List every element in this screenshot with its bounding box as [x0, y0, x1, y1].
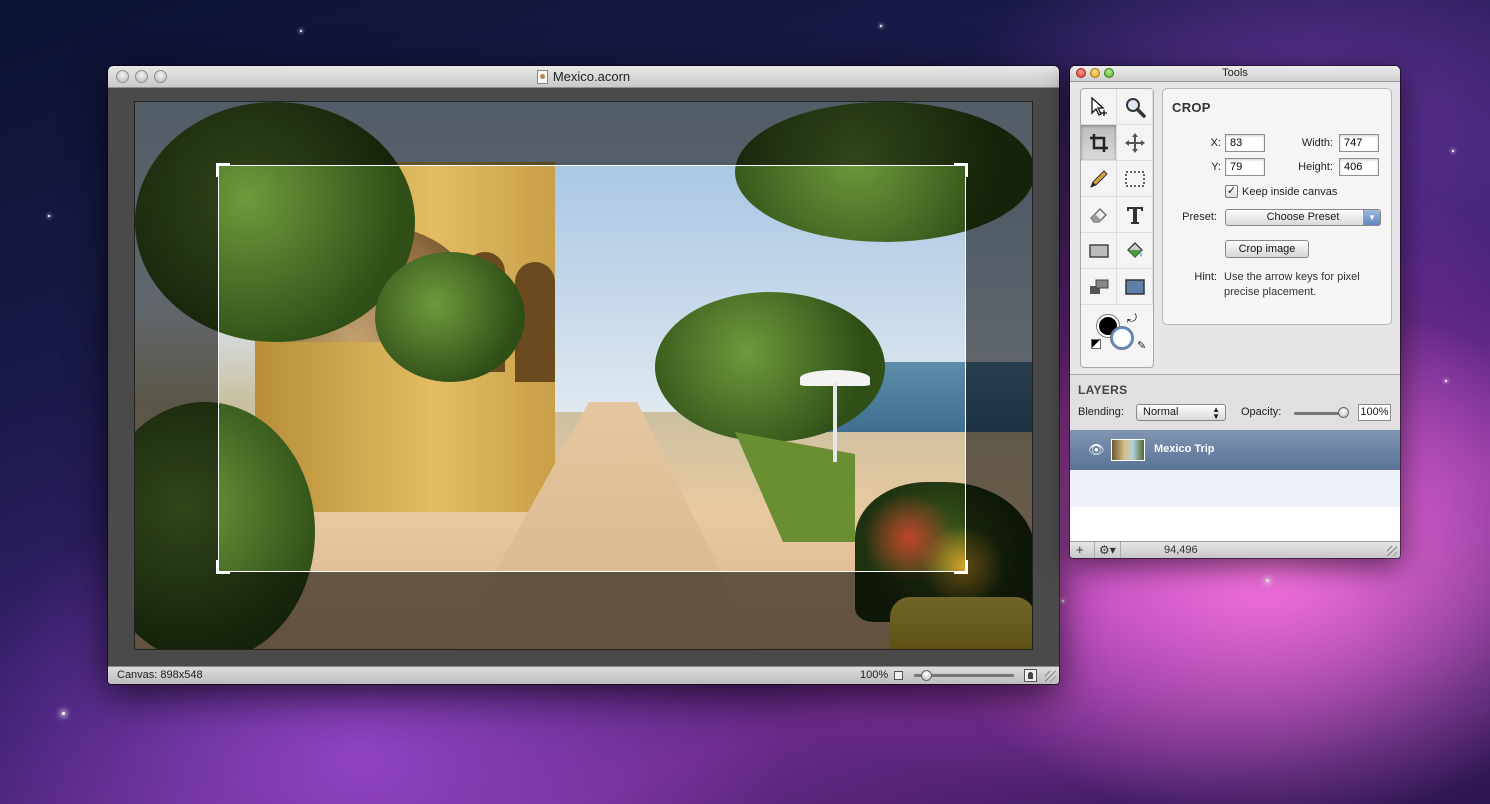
layer-thumbnail: [1111, 439, 1145, 461]
y-field[interactable]: [1225, 158, 1265, 176]
star: [62, 712, 65, 715]
layer-row[interactable]: 👁 Mexico Trip: [1070, 430, 1400, 470]
resize-grip[interactable]: [1045, 671, 1056, 682]
shape-icon[interactable]: [1117, 269, 1153, 305]
eraser-icon[interactable]: [1081, 197, 1117, 233]
minimize-button[interactable]: [1090, 68, 1100, 78]
canvas-area: [108, 88, 1059, 666]
crop-handle-bottom-left[interactable]: [216, 560, 230, 574]
opacity-slider-track[interactable]: [1294, 412, 1344, 415]
eyedropper-icon[interactable]: ✎: [1137, 339, 1146, 352]
pencil-icon[interactable]: [1081, 161, 1117, 197]
width-label: Width:: [1301, 137, 1333, 149]
canvas-image[interactable]: [134, 101, 1033, 650]
keep-inside-canvas-label: Keep inside canvas: [1242, 186, 1338, 198]
x-label: X:: [1210, 137, 1221, 149]
empty-layer-slot: [1070, 470, 1400, 507]
crop-inspector: CROP X: Width: Y: Height: ✓ Keep inside …: [1162, 88, 1392, 325]
move-arrow-icon[interactable]: [1081, 89, 1117, 125]
height-label: Height:: [1298, 161, 1333, 173]
height-field[interactable]: [1339, 158, 1379, 176]
crop-handle-top-right[interactable]: [954, 163, 968, 177]
cursor-coordinates: 94,496: [1164, 544, 1198, 556]
blending-label: Blending:: [1078, 406, 1124, 418]
star: [300, 30, 302, 32]
width-field[interactable]: [1339, 134, 1379, 152]
star: [1452, 150, 1454, 152]
tools-window: Tools ⤾ ✎ CROP X: 83 Width: 747 Y: 79 He…: [1070, 66, 1400, 558]
crop-selection[interactable]: [216, 163, 968, 574]
x-field[interactable]: [1225, 134, 1265, 152]
status-bar: Canvas: 898x548 100%: [108, 666, 1059, 684]
layers-footer: + ⚙▾ 94,496: [1070, 541, 1400, 558]
person-icon[interactable]: [1024, 669, 1037, 682]
layers-panel: LAYERS Blending: Normal ▲ ▼ Opacity: 100%…: [1070, 374, 1400, 558]
hint-text: Use the arrow keys for pixel precise pla…: [1224, 271, 1360, 298]
star: [48, 215, 50, 217]
hint-label: Hint:: [1194, 271, 1217, 283]
canvas-size-label: Canvas: 898x548: [117, 669, 203, 681]
tool-palette: ⤾ ✎: [1080, 88, 1154, 368]
star: [1266, 579, 1269, 582]
preset-popup-value: Choose Preset: [1266, 211, 1340, 223]
color-well: ⤾ ✎: [1081, 305, 1153, 367]
add-layer-button[interactable]: +: [1076, 542, 1084, 558]
paint-bucket-icon[interactable]: [1117, 233, 1153, 269]
close-button[interactable]: [1076, 68, 1086, 78]
image-window-titlebar[interactable]: Mexico.acorn: [108, 66, 1059, 88]
layer-name: Mexico Trip: [1154, 443, 1215, 455]
keep-inside-canvas-checkbox[interactable]: ✓: [1225, 185, 1238, 198]
star: [1062, 600, 1064, 602]
zoom-slider-knob[interactable]: [921, 670, 932, 681]
document-icon: [536, 69, 548, 84]
picture-small-icon[interactable]: [894, 671, 903, 680]
minimize-button[interactable]: [135, 70, 148, 83]
text-icon[interactable]: [1117, 197, 1153, 233]
tools-titlebar[interactable]: Tools: [1070, 66, 1400, 82]
resize-grip[interactable]: [1387, 546, 1397, 556]
opacity-field[interactable]: 100%: [1358, 404, 1391, 421]
y-label: Y:: [1211, 161, 1221, 173]
marquee-select-icon[interactable]: [1117, 161, 1153, 197]
image-window: Mexico.acorn Canvas: 898x548 100%: [108, 66, 1059, 684]
reset-colors-icon[interactable]: [1091, 339, 1101, 349]
close-button[interactable]: [116, 70, 129, 83]
layers-title: LAYERS: [1078, 383, 1128, 397]
pan-icon[interactable]: [1117, 125, 1153, 161]
gear-icon[interactable]: ⚙▾: [1094, 542, 1121, 558]
zoom-button[interactable]: [1104, 68, 1114, 78]
opacity-slider-knob[interactable]: [1338, 407, 1349, 418]
window-title: Mexico.acorn: [552, 69, 631, 84]
eye-icon[interactable]: 👁: [1088, 442, 1105, 458]
blending-value: Normal: [1143, 406, 1179, 418]
crop-image-button[interactable]: Crop image: [1225, 240, 1309, 258]
zoom-button[interactable]: [154, 70, 167, 83]
preset-popup[interactable]: Choose Preset ▼: [1225, 209, 1381, 226]
updown-arrows-icon: ▲ ▼: [1212, 405, 1220, 421]
crop-icon[interactable]: [1081, 125, 1117, 161]
crop-panel-title: CROP: [1172, 100, 1211, 115]
layer-list: 👁 Mexico Trip: [1070, 430, 1400, 541]
window-controls: [1076, 68, 1114, 78]
zoom-level: 100%: [860, 669, 889, 681]
tools-window-title: Tools: [1222, 67, 1248, 79]
rectangle-icon[interactable]: [1081, 233, 1117, 269]
chevron-down-icon: ▼: [1363, 210, 1380, 225]
swap-colors-icon[interactable]: ⤾: [1127, 311, 1137, 326]
window-controls: [116, 70, 167, 83]
opacity-label: Opacity:: [1241, 406, 1282, 418]
blending-popup[interactable]: Normal ▲ ▼: [1136, 404, 1226, 421]
star: [1445, 380, 1447, 382]
zoom-icon[interactable]: [1117, 89, 1153, 125]
crop-handle-top-left[interactable]: [216, 163, 230, 177]
preset-label: Preset:: [1182, 211, 1217, 223]
star: [880, 25, 882, 27]
background-color-swatch[interactable]: [1111, 327, 1133, 349]
crop-handle-bottom-right[interactable]: [954, 560, 968, 574]
clone-stamp-icon[interactable]: [1081, 269, 1117, 305]
